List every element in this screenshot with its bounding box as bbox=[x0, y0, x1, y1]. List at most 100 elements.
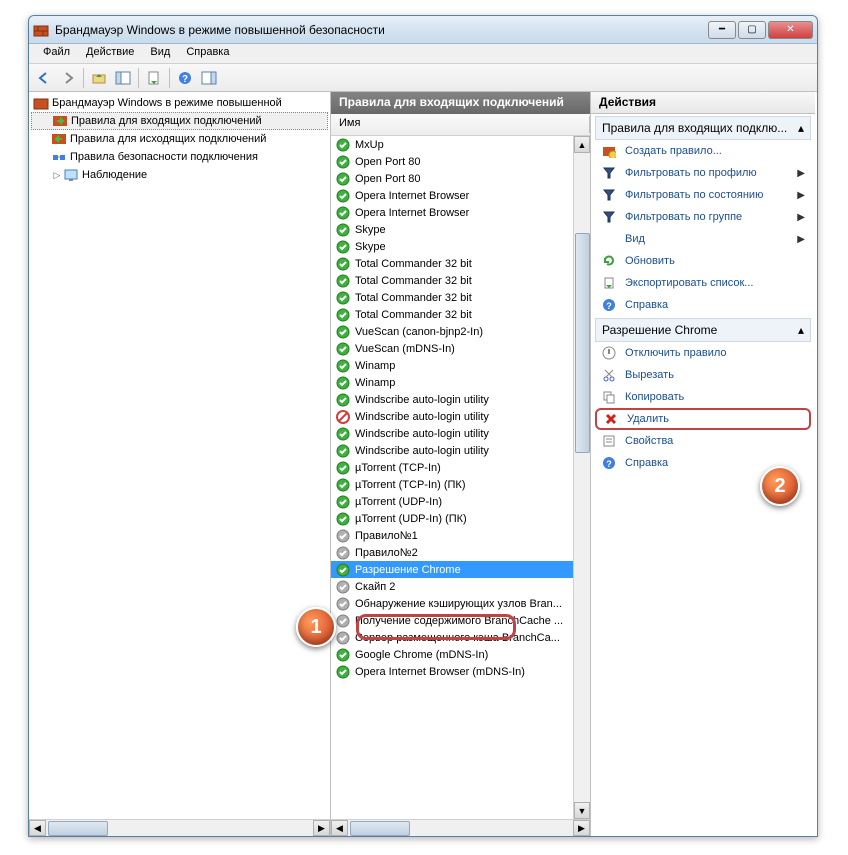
rule-row[interactable]: Total Commander 32 bit bbox=[331, 272, 590, 289]
scroll-left-button[interactable]: ◀ bbox=[331, 820, 348, 836]
rule-state-icon bbox=[335, 137, 351, 153]
window-title: Брандмауэр Windows в режиме повышенной б… bbox=[55, 23, 708, 37]
rule-state-icon bbox=[335, 256, 351, 272]
action-filter[interactable]: Фильтровать по профилю▶ bbox=[595, 162, 811, 184]
rule-row[interactable]: Total Commander 32 bit bbox=[331, 306, 590, 323]
menu-file[interactable]: Файл bbox=[35, 44, 78, 63]
rules-pane: Правила для входящих подключений Имя MxU… bbox=[331, 92, 591, 836]
nav-tree[interactable]: Брандмауэр Windows в режиме повышенной П… bbox=[29, 92, 330, 819]
tree-root[interactable]: Брандмауэр Windows в режиме повышенной bbox=[31, 94, 328, 112]
collapse-icon[interactable]: ▴ bbox=[798, 323, 804, 337]
forward-button[interactable] bbox=[57, 67, 79, 89]
rule-row[interactable]: Winamp bbox=[331, 374, 590, 391]
show-hide-actions-button[interactable] bbox=[198, 67, 220, 89]
tree-outbound-rules[interactable]: Правила для исходящих подключений bbox=[31, 130, 328, 148]
action-help[interactable]: ?Справка bbox=[595, 452, 811, 474]
rule-row[interactable]: Total Commander 32 bit bbox=[331, 289, 590, 306]
rule-row[interactable]: Правило№2 bbox=[331, 544, 590, 561]
rule-state-icon bbox=[335, 341, 351, 357]
rule-name: VueScan (canon-bjnp2-In) bbox=[355, 326, 483, 338]
rule-row[interactable]: Правило№1 bbox=[331, 527, 590, 544]
rule-row[interactable]: Skype bbox=[331, 221, 590, 238]
action-new-rule[interactable]: Создать правило... bbox=[595, 140, 811, 162]
collapse-icon[interactable]: ▴ bbox=[798, 121, 804, 135]
action-label: Фильтровать по профилю bbox=[625, 167, 757, 179]
rule-row[interactable]: Open Port 80 bbox=[331, 153, 590, 170]
action-copy[interactable]: Копировать bbox=[595, 386, 811, 408]
rule-row[interactable]: Winamp bbox=[331, 357, 590, 374]
show-hide-tree-button[interactable] bbox=[112, 67, 134, 89]
rule-row[interactable]: VueScan (mDNS-In) bbox=[331, 340, 590, 357]
rule-row[interactable]: Обнаружение кэширующих узлов Bran... bbox=[331, 595, 590, 612]
rule-row[interactable]: Open Port 80 bbox=[331, 170, 590, 187]
maximize-button[interactable]: ▢ bbox=[738, 21, 766, 39]
action-disable[interactable]: Отключить правило bbox=[595, 342, 811, 364]
action-delete[interactable]: Удалить bbox=[595, 408, 811, 430]
close-button[interactable]: ✕ bbox=[768, 21, 813, 39]
tree-connection-security[interactable]: Правила безопасности подключения bbox=[31, 148, 328, 166]
menu-help[interactable]: Справка bbox=[178, 44, 237, 63]
minimize-button[interactable]: ━ bbox=[708, 21, 736, 39]
up-folder-button[interactable] bbox=[88, 67, 110, 89]
rule-name: Windscribe auto-login utility bbox=[355, 411, 489, 423]
menu-action[interactable]: Действие bbox=[78, 44, 142, 63]
action-filter[interactable]: Фильтровать по состоянию▶ bbox=[595, 184, 811, 206]
action-help[interactable]: ?Справка bbox=[595, 294, 811, 316]
rule-row[interactable]: Total Commander 32 bit bbox=[331, 255, 590, 272]
scroll-down-button[interactable]: ▼ bbox=[574, 802, 590, 819]
action-export[interactable]: Экспортировать список... bbox=[595, 272, 811, 294]
rules-list[interactable]: MxUpOpen Port 80Open Port 80Opera Intern… bbox=[331, 136, 590, 819]
rule-row[interactable]: MxUp bbox=[331, 136, 590, 153]
column-header-name[interactable]: Имя bbox=[331, 114, 590, 136]
rule-row[interactable]: Windscribe auto-login utility bbox=[331, 391, 590, 408]
rule-row[interactable]: Opera Internet Browser (mDNS-In) bbox=[331, 663, 590, 680]
back-button[interactable] bbox=[33, 67, 55, 89]
rule-row[interactable]: µTorrent (TCP-In) bbox=[331, 459, 590, 476]
rule-row[interactable]: Skype bbox=[331, 238, 590, 255]
rule-row[interactable]: µTorrent (TCP-In) (ПК) bbox=[331, 476, 590, 493]
tree-hscrollbar[interactable]: ◀ ▶ bbox=[29, 819, 330, 836]
rule-row[interactable]: VueScan (canon-bjnp2-In) bbox=[331, 323, 590, 340]
actions-section-selected[interactable]: Разрешение Chrome ▴ bbox=[595, 318, 811, 342]
action-cut[interactable]: Вырезать bbox=[595, 364, 811, 386]
scroll-right-button[interactable]: ▶ bbox=[313, 820, 330, 836]
scroll-right-button[interactable]: ▶ bbox=[573, 820, 590, 836]
tree-monitoring[interactable]: ▷ Наблюдение bbox=[31, 166, 328, 184]
action-refresh[interactable]: Обновить bbox=[595, 250, 811, 272]
rules-hscrollbar[interactable]: ◀ ▶ bbox=[331, 819, 590, 836]
rule-row[interactable]: Opera Internet Browser bbox=[331, 204, 590, 221]
scroll-thumb[interactable] bbox=[48, 821, 108, 836]
actions-title: Действия bbox=[591, 92, 815, 114]
rule-state-icon bbox=[335, 409, 351, 425]
export-list-button[interactable] bbox=[143, 67, 165, 89]
rule-row[interactable]: Opera Internet Browser bbox=[331, 187, 590, 204]
rule-row[interactable]: Google Chrome (mDNS-In) bbox=[331, 646, 590, 663]
help-button[interactable]: ? bbox=[174, 67, 196, 89]
rule-row[interactable]: Windscribe auto-login utility bbox=[331, 442, 590, 459]
rule-row[interactable]: Windscribe auto-login utility bbox=[331, 425, 590, 442]
help-icon: ? bbox=[601, 455, 617, 471]
rule-row[interactable]: µTorrent (UDP-In) (ПК) bbox=[331, 510, 590, 527]
rule-row[interactable]: Скайп 2 bbox=[331, 578, 590, 595]
scroll-thumb[interactable] bbox=[575, 233, 590, 453]
rule-row[interactable]: Windscribe auto-login utility bbox=[331, 408, 590, 425]
filter-icon bbox=[601, 165, 617, 181]
titlebar[interactable]: Брандмауэр Windows в режиме повышенной б… bbox=[29, 16, 817, 44]
action-props[interactable]: Свойства bbox=[595, 430, 811, 452]
action-filter[interactable]: Фильтровать по группе▶ bbox=[595, 206, 811, 228]
scroll-left-button[interactable]: ◀ bbox=[29, 820, 46, 836]
actions-section-inbound[interactable]: Правила для входящих подклю... ▴ bbox=[595, 116, 811, 140]
menu-view[interactable]: Вид bbox=[142, 44, 178, 63]
rules-vscrollbar[interactable]: ▲ ▼ bbox=[573, 136, 590, 819]
rule-row[interactable]: Получение содержимого BranchCache ... bbox=[331, 612, 590, 629]
rule-state-icon bbox=[335, 154, 351, 170]
rule-row[interactable]: µTorrent (UDP-In) bbox=[331, 493, 590, 510]
rule-row[interactable]: Разрешение Chrome bbox=[331, 561, 590, 578]
scroll-up-button[interactable]: ▲ bbox=[574, 136, 590, 153]
expand-icon[interactable]: ▷ bbox=[51, 169, 63, 181]
rule-row[interactable]: Сервер размещенного кэша BranchCa... bbox=[331, 629, 590, 646]
action-label: Копировать bbox=[625, 391, 684, 403]
action-blank[interactable]: Вид▶ bbox=[595, 228, 811, 250]
tree-inbound-rules[interactable]: Правила для входящих подключений bbox=[31, 112, 328, 130]
scroll-thumb[interactable] bbox=[350, 821, 410, 836]
